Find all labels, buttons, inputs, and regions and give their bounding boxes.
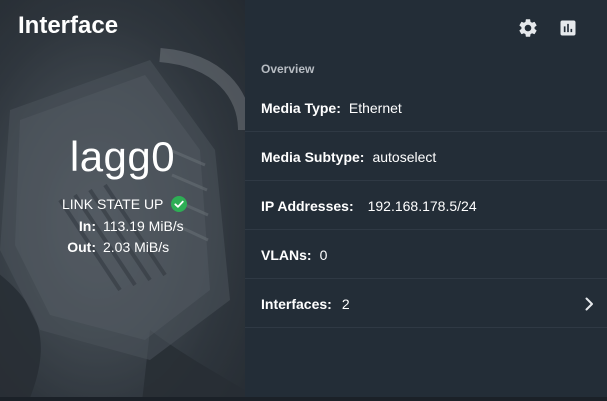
traffic-out-label: Out: [67,239,96,255]
interfaces-value: 2 [341,295,350,312]
traffic-out-value: 2.03 MiB/s [103,239,170,255]
interface-image-panel: Interface lagg0 LINK STATE UP In: 113.19… [0,0,245,401]
check-circle-icon [171,196,188,212]
vlans-value: 0 [319,246,328,263]
interface-details-panel: Overview Media Type: Ethernet Media Subt… [245,0,607,401]
ip-addresses-label: IP Addresses: [261,197,354,214]
link-state: LINK STATE UP [62,196,188,212]
traffic-in-value: 113.19 MiB/s [103,218,184,234]
media-type-value: Ethernet [348,99,402,116]
traffic-in-label: In: [78,218,96,234]
media-subtype-value: autoselect [372,148,437,165]
media-type-row: Media Type: Ethernet [245,84,607,132]
card-title: Interface [18,12,119,39]
interface-card: Interface lagg0 LINK STATE UP In: 113.19… [0,0,607,401]
vlans-row: VLANs: 0 [245,231,607,279]
media-subtype-row: Media Subtype: autoselect [245,133,607,181]
reports-button[interactable] [556,16,580,40]
overview-heading: Overview [261,62,315,76]
media-type-label: Media Type: [261,99,341,116]
interface-name: lagg0 [69,133,176,180]
interfaces-row[interactable]: Interfaces: 2 [245,280,607,328]
ip-addresses-value: 192.168.178.5/24 [367,197,477,214]
chevron-right-icon [585,297,593,311]
vlans-label: VLANs: [261,246,312,263]
ip-addresses-row: IP Addresses: 192.168.178.5/24 [245,182,607,230]
settings-button[interactable] [516,16,540,40]
interfaces-label: Interfaces: [261,295,332,312]
link-state-label: LINK STATE UP [62,196,164,212]
media-subtype-label: Media Subtype: [261,148,365,165]
card-bottom-edge [0,397,607,401]
bar-chart-icon [560,20,576,36]
gear-icon [519,19,537,37]
